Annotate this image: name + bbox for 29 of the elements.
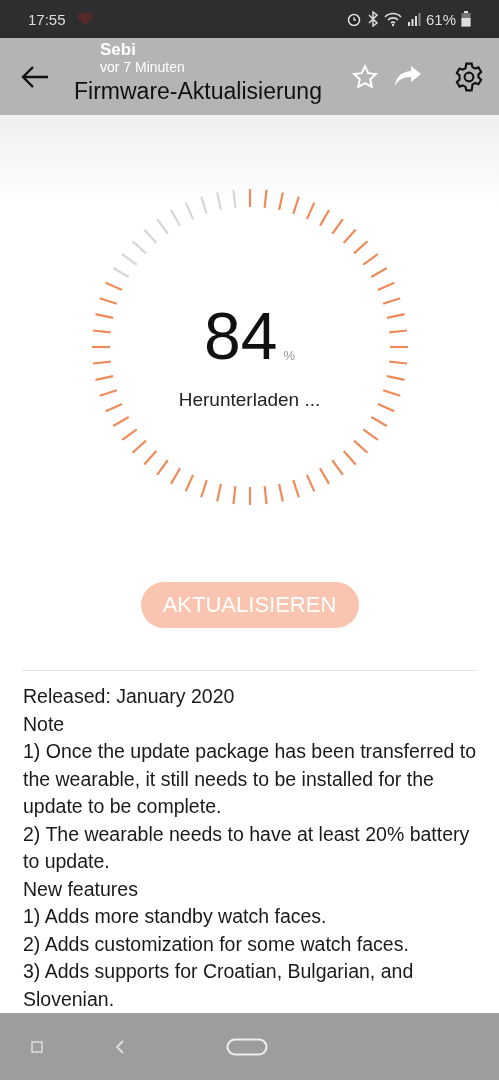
release-note-line: Released: January 2020: [23, 684, 236, 709]
progress-value: 84: [204, 303, 278, 369]
release-note-line: 2) The wearable needs to have at least 20% battery to update.: [23, 821, 471, 874]
status-time: 17:55: [28, 10, 66, 28]
recent-apps-icon[interactable]: [30, 1039, 44, 1054]
back-button[interactable]: [20, 64, 50, 89]
release-note-line: New features: [23, 876, 139, 902]
heart-icon: [76, 12, 93, 26]
release-note-line: 1) Adds more standby watch faces.: [23, 904, 328, 929]
release-note-line: 1) Once the update package has been transferred to the wearable, it still needs to be installed for the update to be complete.: [23, 739, 477, 819]
battery-percent: 61%: [425, 10, 456, 28]
battery-icon: [461, 11, 471, 27]
bluetooth-icon: [366, 11, 379, 27]
star-icon[interactable]: [352, 64, 378, 90]
progress-unit: %: [283, 348, 295, 363]
notification-time: vor 7 Minuten: [100, 59, 185, 75]
home-icon[interactable]: [226, 1037, 268, 1056]
release-note-line: 3) Adds supports for Croatian, Bulgarian, and Slovenian.: [23, 959, 415, 1012]
wifi-icon: [383, 11, 402, 27]
share-icon[interactable]: [394, 65, 422, 87]
alarm-icon: [345, 11, 362, 27]
progress-status: Herunterladen ...: [178, 389, 321, 411]
signal-icon: [406, 12, 421, 26]
notification-sender: Sebi: [100, 41, 136, 59]
back-nav-icon[interactable]: [114, 1038, 126, 1055]
page-title: Firmware-Aktualisierung: [74, 78, 322, 105]
settings-button[interactable]: [453, 60, 485, 93]
release-note-line: 2) Adds customization for some watch faces.: [23, 931, 410, 957]
release-note-line: Note: [23, 711, 66, 737]
